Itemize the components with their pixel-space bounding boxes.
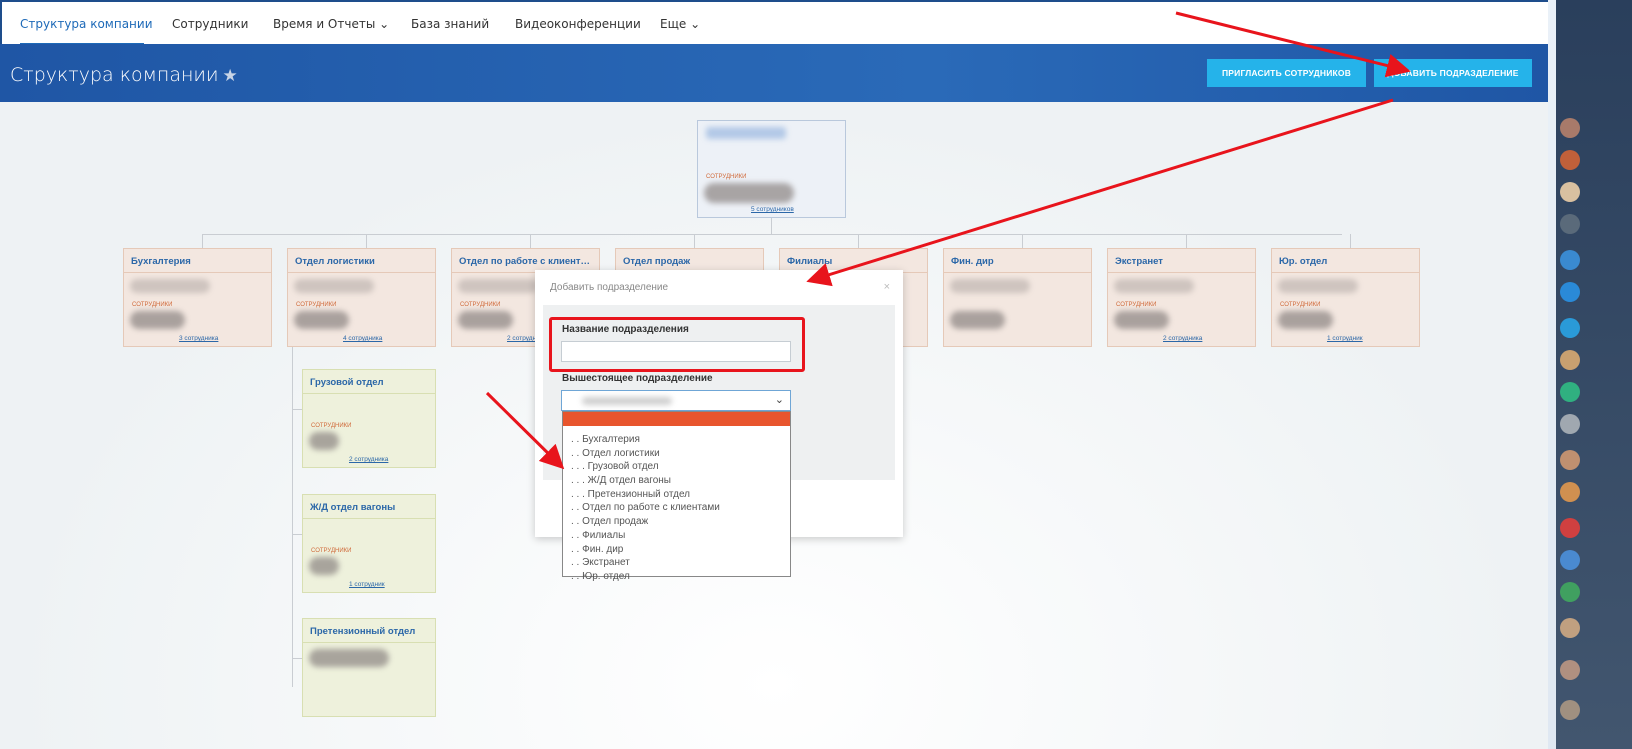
arrow xyxy=(806,98,1394,287)
annotation-arrows xyxy=(485,11,1411,470)
arrow xyxy=(1175,11,1411,78)
arrow xyxy=(485,391,565,470)
